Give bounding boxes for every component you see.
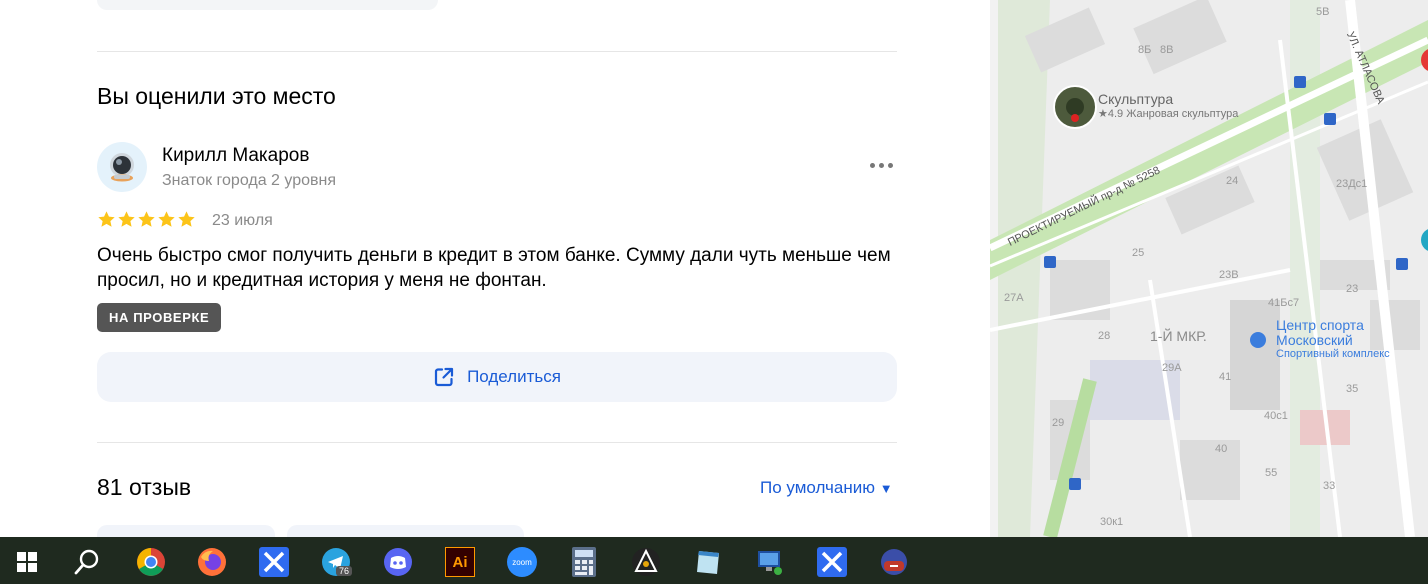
map-house-number: 23: [1346, 283, 1359, 295]
sort-label: По умолчанию: [760, 478, 875, 497]
rating-stars: [97, 210, 196, 229]
map-canvas: [990, 0, 1428, 537]
illustrator-label: Ai: [445, 547, 475, 577]
avatar[interactable]: [97, 142, 147, 192]
map-house-number: 24: [1226, 175, 1239, 187]
author-level: Знаток города 2 уровня: [162, 172, 337, 189]
more-options-button[interactable]: [864, 153, 898, 177]
map-house-number: 41Бс7: [1268, 297, 1300, 309]
star-icon: [118, 211, 135, 227]
illustrator-icon[interactable]: Ai: [440, 542, 480, 582]
review-date: 23 июля: [212, 212, 273, 229]
discord-icon[interactable]: [378, 542, 418, 582]
map-house-number: 29: [1052, 417, 1065, 429]
star-icon: [158, 211, 175, 227]
star-icon: [98, 211, 115, 227]
star-icon: [138, 211, 155, 227]
map-poi-subtitle: ★4.9 Жанровая скульптура: [1098, 108, 1239, 120]
notepad-icon[interactable]: [688, 542, 728, 582]
remote-desktop-icon[interactable]: [750, 542, 790, 582]
map-house-number: 27А: [1004, 292, 1024, 304]
game-icon[interactable]: [874, 542, 914, 582]
map-house-number: 29А: [1162, 362, 1182, 374]
map-poi-subtitle: Спортивный комплекс: [1276, 348, 1390, 360]
calculator-icon[interactable]: [564, 542, 604, 582]
map-house-number: 5В: [1316, 6, 1330, 18]
review-text: Очень быстро смог получить деньги в кред…: [97, 245, 891, 291]
map-house-number: 35: [1346, 383, 1359, 395]
map-poi-name[interactable]: Московский: [1276, 332, 1353, 348]
firefox-icon[interactable]: [192, 542, 232, 582]
app-x-icon[interactable]: [254, 542, 294, 582]
share-button[interactable]: Поделиться: [97, 352, 897, 402]
share-icon: [434, 367, 454, 387]
previous-card: [97, 0, 438, 10]
reviews-count: 81 отзыв: [97, 474, 192, 500]
map-district-label: 1-Й МКР.: [1150, 328, 1207, 344]
map-house-number: 40с1: [1264, 410, 1288, 422]
notification-badge: 76: [336, 566, 353, 576]
telegram-icon[interactable]: 76: [316, 542, 356, 582]
map-house-number: 8В: [1160, 44, 1174, 56]
zoom-icon[interactable]: zoom: [502, 542, 542, 582]
map-house-number: 23Дс1: [1336, 178, 1368, 190]
search-icon[interactable]: [67, 542, 107, 582]
map-house-number: 33: [1323, 480, 1336, 492]
map-house-number: 23В: [1219, 269, 1239, 281]
map-poi-name[interactable]: Центр спорта: [1276, 317, 1364, 333]
map-house-number: 28: [1098, 330, 1111, 342]
map-house-number: 8Б: [1138, 44, 1152, 56]
zoom-label: zoom: [507, 547, 537, 577]
divider: [97, 442, 897, 443]
sort-dropdown[interactable]: По умолчанию ▼: [760, 478, 893, 498]
inkscape-icon[interactable]: [626, 542, 666, 582]
divider: [97, 51, 897, 52]
section-title: Вы оценили это место: [97, 83, 336, 109]
status-badge: НА ПРОВЕРКЕ: [97, 303, 222, 332]
star-icon: [178, 211, 195, 227]
map-poi-name[interactable]: Скульптура: [1098, 91, 1173, 107]
filter-chip[interactable]: [287, 525, 524, 537]
map-house-number: 41: [1219, 371, 1232, 383]
map[interactable]: Скульптура ★4.9 Жанровая скульптура Цент…: [990, 0, 1428, 537]
caret-down-icon: ▼: [879, 481, 893, 496]
place-panel: Вы оценили это место Кирилл Макаров Знат…: [0, 0, 990, 537]
taskbar: 76 Ai zoom: [0, 537, 1428, 584]
map-house-number: 30к1: [1100, 516, 1124, 528]
map-house-number: 55: [1265, 467, 1278, 479]
map-house-number: 40: [1215, 443, 1228, 455]
filter-chip[interactable]: [97, 525, 275, 537]
windows-start-icon[interactable]: [7, 542, 47, 582]
app-x-icon-2[interactable]: [812, 542, 852, 582]
author-name[interactable]: Кирилл Макаров: [162, 145, 309, 167]
share-label: Поделиться: [467, 367, 561, 386]
chrome-icon[interactable]: [131, 542, 171, 582]
map-house-number: 25: [1132, 247, 1145, 259]
